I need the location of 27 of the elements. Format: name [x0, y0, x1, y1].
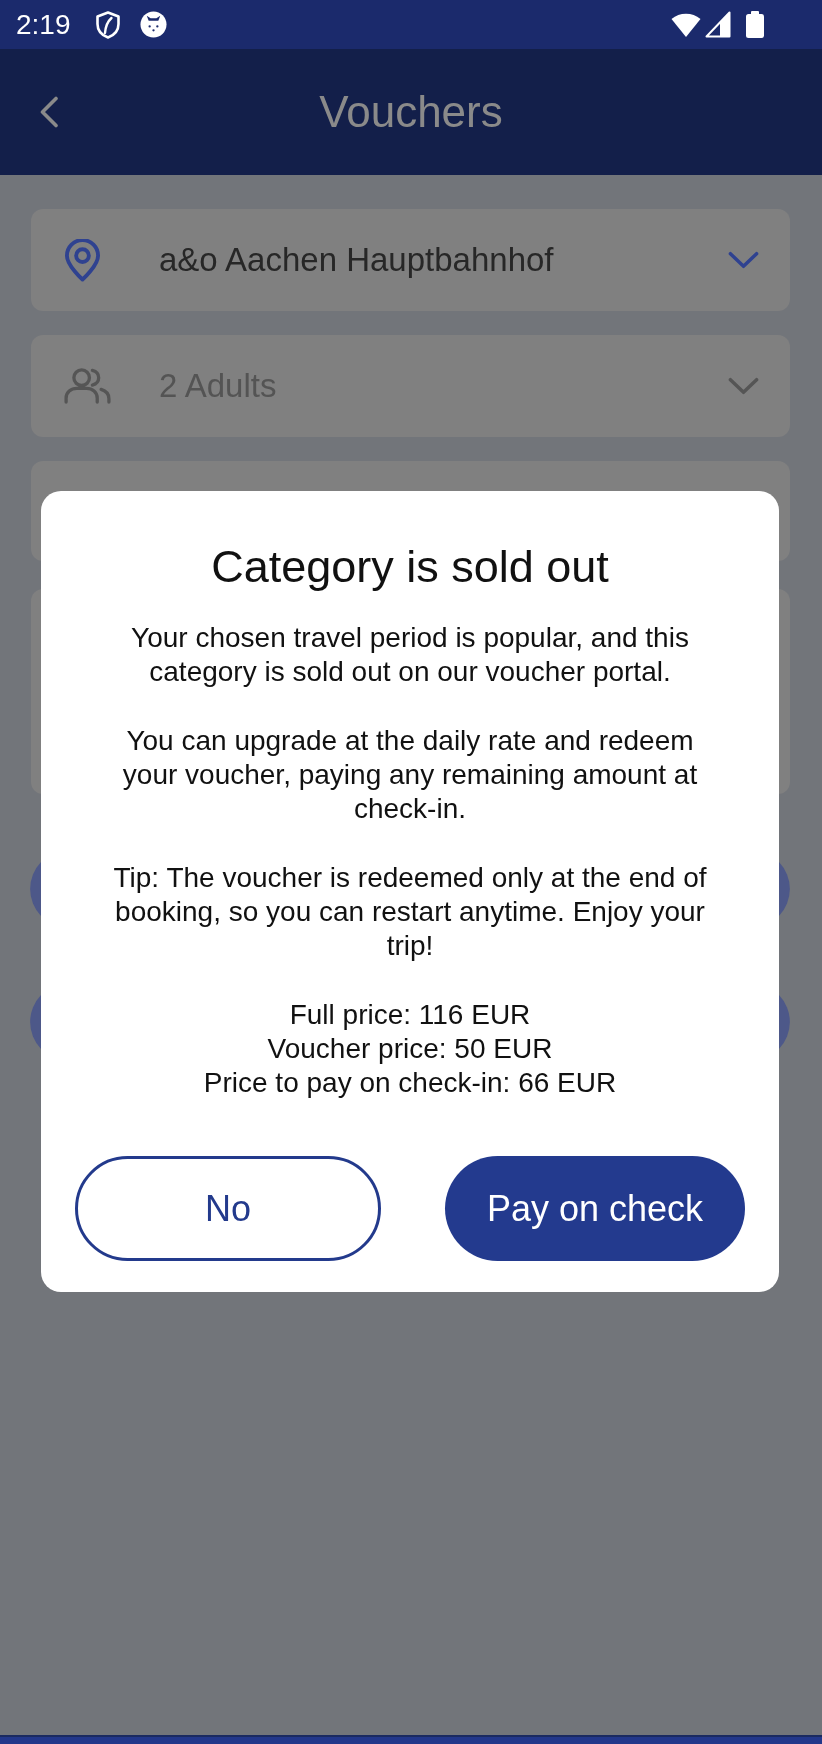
- shield-icon: [95, 10, 120, 39]
- dialog-message: Your chosen travel period is popular, and this category is sold out on our voucher portal.: [130, 621, 690, 689]
- secondary-button[interactable]: No: [75, 1156, 381, 1261]
- location-pin-icon: [64, 238, 101, 282]
- pill-edge: [779, 995, 790, 1049]
- battery-icon: [746, 11, 764, 38]
- pill-edge: [779, 862, 790, 916]
- price-line: Full price: 116 EUR: [288, 998, 532, 1032]
- chevron-down-icon: [728, 251, 759, 269]
- dialog-message: Tip: The voucher is redeemed only at the end of booking, so you can restart anytime. Enjoy your trip!: [112, 861, 708, 963]
- primary-button[interactable]: Pay on check: [445, 1156, 745, 1261]
- status-time: 2:19: [16, 8, 71, 41]
- dialog-message: You can upgrade at the daily rate and redeem your voucher, paying any remaining amount at check-in.: [121, 724, 699, 826]
- pill-edge: [30, 862, 41, 916]
- dropdown-field[interactable]: a&o Aachen Hauptbahnhof: [31, 209, 790, 311]
- page-title: Vouchers: [319, 86, 503, 138]
- people-icon: [64, 368, 111, 404]
- signal-icon: [705, 11, 731, 38]
- price-line: Voucher price: 50 EUR: [266, 1032, 554, 1066]
- dialog-title: Category is sold out: [210, 540, 610, 594]
- price-line: Price to pay on check-in: 66 EUR: [202, 1066, 618, 1100]
- cat-face-icon: [139, 11, 167, 38]
- chevron-left-icon: [39, 96, 59, 128]
- wifi-icon: [671, 11, 701, 38]
- back-button[interactable]: [39, 96, 59, 128]
- pill-edge: [30, 995, 41, 1049]
- chevron-down-icon: [728, 377, 759, 395]
